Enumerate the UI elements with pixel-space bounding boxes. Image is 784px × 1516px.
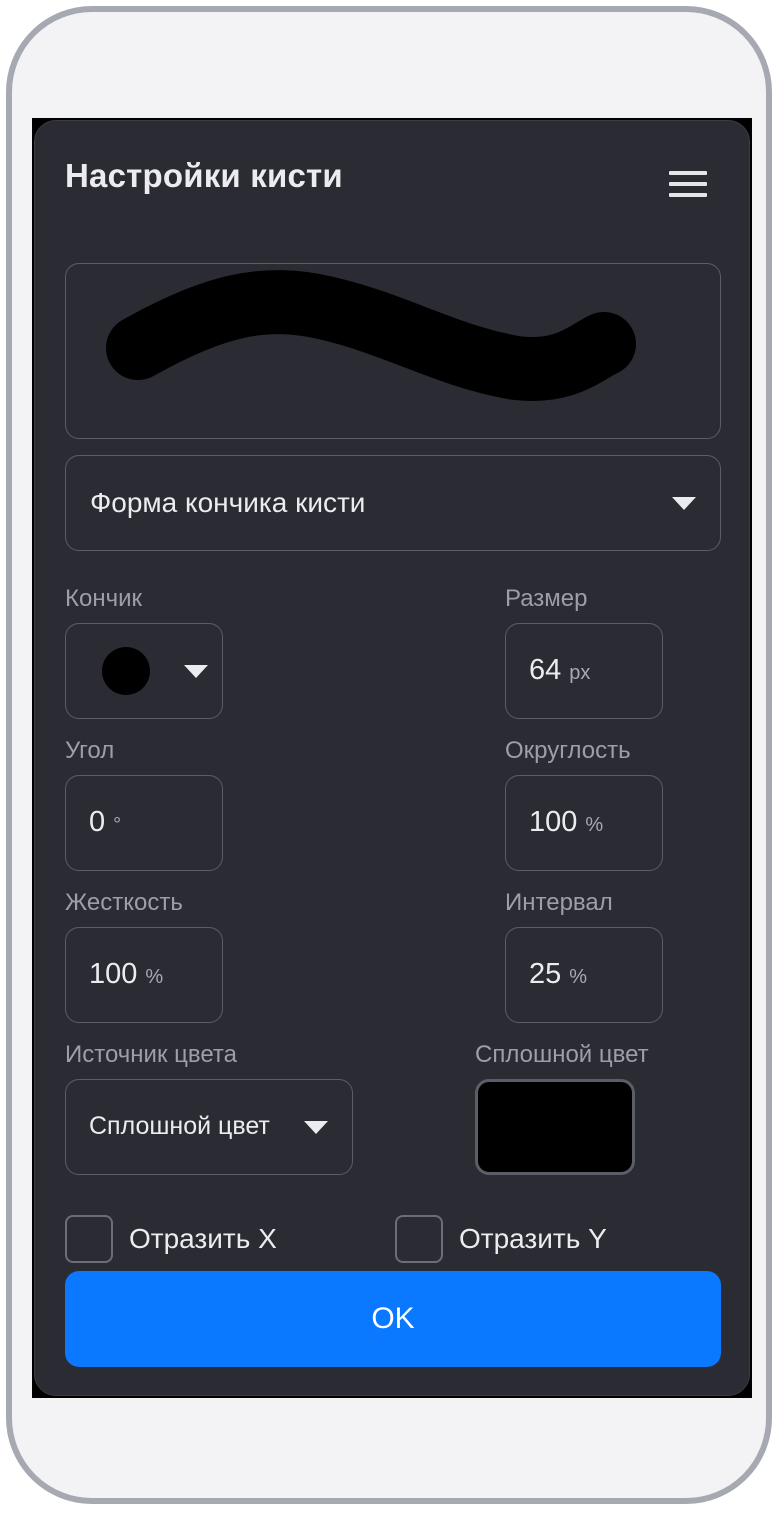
spacing-value: 25 — [529, 958, 562, 990]
stroke-preview-icon — [106, 270, 636, 401]
hamburger-menu-icon[interactable] — [669, 171, 707, 197]
color-source-value: Сплошной цвет — [89, 1112, 270, 1140]
spacing-input[interactable]: 25% — [505, 927, 663, 1023]
color-source-label: Источник цвета — [65, 1041, 237, 1068]
roundness-input[interactable]: 100% — [505, 775, 663, 871]
flip-x-label: Отразить X — [129, 1223, 277, 1254]
hardness-input[interactable]: 100% — [65, 927, 223, 1023]
roundness-value: 100 — [529, 806, 578, 838]
tip-dropdown[interactable] — [65, 623, 223, 719]
tip-shape-dropdown-value: Форма кончика кисти — [90, 487, 366, 518]
roundness-unit: % — [585, 814, 604, 836]
angle-value: 0 — [89, 806, 106, 838]
roundness-label: Округлость — [505, 737, 631, 764]
hardness-value: 100 — [89, 958, 138, 990]
brush-stroke-preview — [65, 263, 721, 439]
size-label: Размер — [505, 585, 588, 612]
tip-shape-dropdown[interactable]: Форма кончика кисти — [65, 455, 721, 551]
ok-button[interactable]: OK — [65, 1271, 721, 1367]
chevron-down-icon — [304, 1121, 328, 1134]
spacing-label: Интервал — [505, 889, 613, 916]
chevron-down-icon — [672, 497, 696, 510]
angle-label: Угол — [65, 737, 115, 764]
angle-input[interactable]: 0 ° — [65, 775, 223, 871]
size-unit: px — [569, 662, 591, 684]
solid-color-swatch[interactable] — [475, 1079, 635, 1175]
hardness-label: Жесткость — [65, 889, 183, 916]
flip-x-checkbox[interactable] — [65, 1215, 113, 1263]
round-tip-icon — [102, 647, 150, 695]
dialog-title: Настройки кисти — [65, 157, 343, 194]
color-source-dropdown[interactable]: Сплошной цвет — [65, 1079, 353, 1175]
angle-unit: ° — [113, 814, 122, 836]
size-value: 64 — [529, 654, 562, 686]
size-input[interactable]: 64 px — [505, 623, 663, 719]
hardness-unit: % — [145, 966, 164, 988]
tip-label: Кончик — [65, 585, 142, 612]
flip-y-label: Отразить Y — [459, 1223, 607, 1254]
chevron-down-icon — [184, 665, 208, 678]
brush-settings-dialog: Настройки кисти Форма кончика кисти Конч… — [34, 120, 750, 1396]
spacing-unit: % — [569, 966, 588, 988]
solid-color-label: Сплошной цвет — [475, 1041, 649, 1068]
flip-y-checkbox[interactable] — [395, 1215, 443, 1263]
